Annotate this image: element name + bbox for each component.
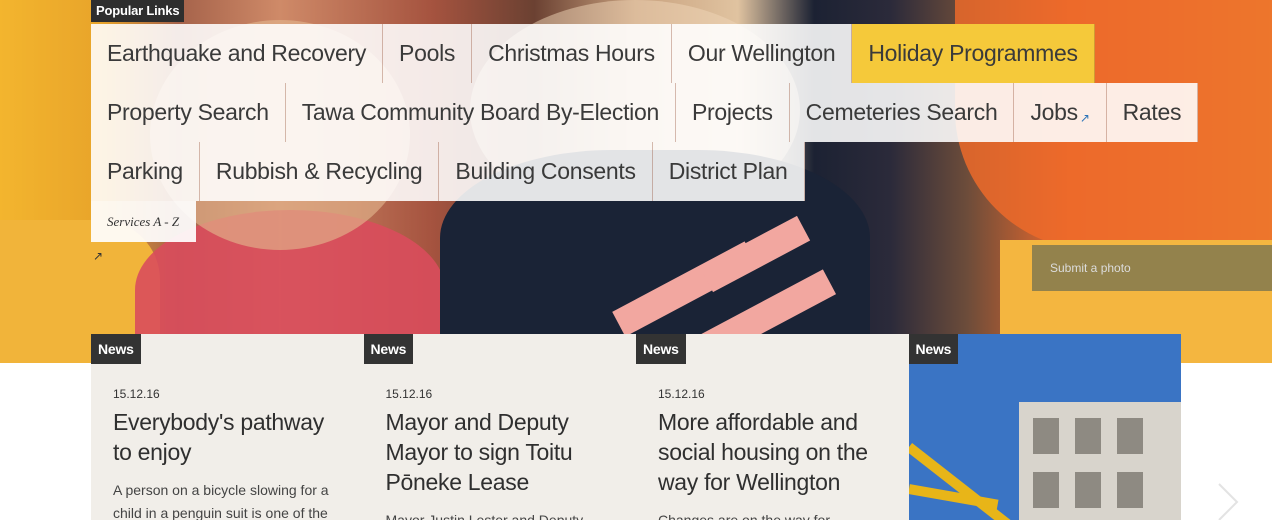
link-earthquake-and-recovery[interactable]: Earthquake and Recovery [91, 24, 384, 83]
link-property-search[interactable]: Property Search [91, 83, 286, 142]
popular-links-row-2: Property Search Tawa Community Board By-… [91, 83, 1199, 142]
link-pools[interactable]: Pools [383, 24, 473, 83]
news-excerpt: Mayor Justin Lester and Deputy [385, 512, 584, 520]
external-link-icon: ↗ [1079, 110, 1090, 125]
popular-links-row-3: Parking Rubbish & Recycling Building Con… [91, 142, 805, 201]
submit-photo-button[interactable]: Submit a photo [1032, 245, 1272, 291]
popular-links-row-1: Earthquake and Recovery Pools Christmas … [91, 24, 1095, 83]
link-our-wellington[interactable]: Our Wellington [671, 24, 853, 83]
news-tag: News [363, 334, 414, 364]
link-holiday-programmes[interactable]: Holiday Programmes [852, 24, 1095, 83]
popular-links-label: Popular Links [91, 0, 185, 22]
link-jobs[interactable]: Jobs ↗ [1014, 83, 1107, 142]
services-a-z-link[interactable]: Services A - Z [91, 201, 196, 242]
news-tag: News [636, 334, 686, 364]
news-date: 15.12.16 [658, 387, 705, 401]
link-rates[interactable]: Rates [1106, 83, 1199, 142]
link-cemeteries-search[interactable]: Cemeteries Search [789, 83, 1015, 142]
external-link-icon[interactable]: ↗ [93, 249, 103, 263]
link-rubbish-and-recycling[interactable]: Rubbish & Recycling [199, 142, 440, 201]
news-title[interactable]: More affordable and social housing on th… [658, 407, 893, 497]
link-tawa-community-board-by-election[interactable]: Tawa Community Board By-Election [285, 83, 676, 142]
news-carousel: News 15.12.16 Everybody's pathway to enj… [91, 334, 1181, 520]
link-building-consents[interactable]: Building Consents [439, 142, 653, 201]
news-card[interactable]: News 15.12.16 Mayor and Deputy Mayor to … [363, 334, 636, 520]
news-tag: News [91, 334, 141, 364]
demolition-building-photo [1018, 402, 1181, 520]
news-card[interactable]: News 15.12.16 Everybody's pathway to enj… [91, 334, 364, 520]
news-date: 15.12.16 [113, 387, 160, 401]
news-title[interactable]: Everybody's pathway to enjoy [113, 407, 348, 467]
news-excerpt: Changes are on the way for [658, 512, 830, 520]
news-title[interactable]: Mayor and Deputy Mayor to sign Toitu Pōn… [386, 407, 621, 497]
link-parking[interactable]: Parking [91, 142, 200, 201]
link-jobs-label: Jobs [1030, 99, 1078, 125]
news-card[interactable]: News [908, 334, 1181, 520]
news-card[interactable]: News 15.12.16 More affordable and social… [636, 334, 909, 520]
chevron-right-icon[interactable] [1215, 482, 1243, 520]
link-projects[interactable]: Projects [675, 83, 790, 142]
link-district-plan[interactable]: District Plan [652, 142, 805, 201]
link-christmas-hours[interactable]: Christmas Hours [472, 24, 672, 83]
news-excerpt: A person on a bicycle slowing for a chil… [113, 482, 329, 520]
news-tag: News [908, 334, 959, 364]
news-date: 15.12.16 [385, 387, 433, 401]
